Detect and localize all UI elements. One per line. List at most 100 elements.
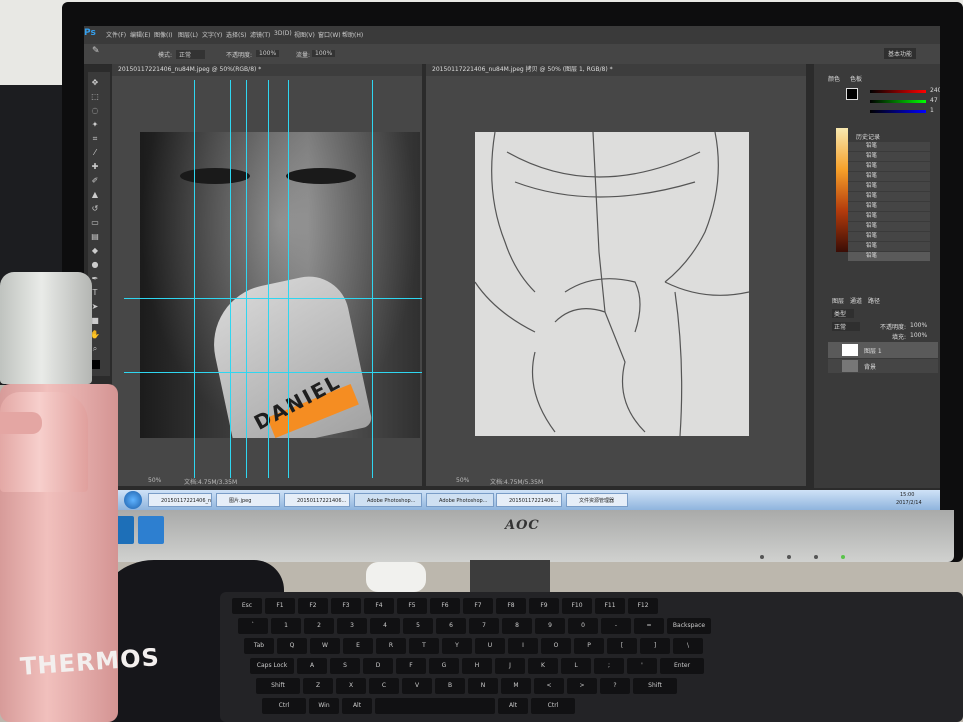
fill-label: 填充:: [892, 334, 907, 341]
history-item[interactable]: 铅笔: [848, 242, 930, 251]
history-panel-title[interactable]: 历史记录: [856, 132, 880, 141]
keyboard-key: F12: [628, 598, 658, 614]
keyboard-key: >: [567, 678, 597, 694]
stamp-tool-icon[interactable]: ▲: [90, 190, 100, 200]
history-item[interactable]: 铅笔: [848, 152, 930, 161]
menu-help[interactable]: 帮助(H): [342, 30, 363, 39]
move-tool-icon[interactable]: ✥: [90, 78, 100, 88]
color-ramp[interactable]: [836, 128, 848, 252]
menu-layer[interactable]: 图层(L): [178, 30, 198, 39]
layer-row-active[interactable]: 图层 1: [828, 342, 938, 358]
channels-tab[interactable]: 通道: [850, 296, 862, 305]
right-zoom-level[interactable]: 50%: [456, 477, 469, 484]
menu-image[interactable]: 图像(I): [154, 30, 172, 39]
guide-line[interactable]: [124, 298, 422, 299]
mode-label: 模式:: [158, 52, 173, 59]
brush-tool-icon[interactable]: ✐: [90, 176, 100, 186]
history-item[interactable]: 铅笔: [848, 192, 930, 201]
paths-tab[interactable]: 路径: [868, 296, 880, 305]
guide-line[interactable]: [194, 80, 195, 478]
keyboard-key: N: [468, 678, 498, 694]
history-item-active[interactable]: 铅笔: [848, 252, 930, 261]
menu-view[interactable]: 视图(V): [294, 30, 315, 39]
red-slider[interactable]: [870, 90, 926, 93]
sketch-stroke: [506, 151, 701, 178]
history-item[interactable]: 铅笔: [848, 202, 930, 211]
left-document-tab[interactable]: 20150117221406_nu84M.jpeg @ 50%(RGB/8) *: [112, 64, 422, 76]
eyedropper-tool-icon[interactable]: ⁄: [90, 148, 100, 158]
gradient-tool-icon[interactable]: ▤: [90, 232, 100, 242]
menu-type[interactable]: 文字(Y): [202, 30, 222, 39]
portrait-photo: DANIEL: [140, 132, 420, 438]
green-slider[interactable]: [870, 100, 926, 103]
swatches-tab[interactable]: 色板: [850, 74, 862, 83]
magic-wand-tool-icon[interactable]: ✦: [90, 120, 100, 130]
pencil-sketch-canvas[interactable]: [474, 131, 750, 437]
clock-date[interactable]: 2017/2/14: [896, 500, 922, 506]
mode-select[interactable]: 正常: [176, 50, 206, 59]
color-tab[interactable]: 颜色: [828, 74, 840, 83]
eraser-tool-icon[interactable]: ▭: [90, 218, 100, 228]
taskbar-item[interactable]: Adobe Photoshop...: [354, 493, 422, 507]
guide-line[interactable]: [230, 80, 231, 478]
opacity-input[interactable]: 100%: [256, 50, 280, 57]
clock-time[interactable]: 15:00: [900, 492, 914, 498]
blend-mode-select[interactable]: 正常: [832, 322, 861, 331]
history-item[interactable]: 铅笔: [848, 212, 930, 221]
history-brush-tool-icon[interactable]: ↺: [90, 204, 100, 214]
layer-opacity-value[interactable]: 100%: [910, 322, 927, 329]
marquee-tool-icon[interactable]: ⬚: [90, 92, 100, 102]
blur-tool-icon[interactable]: ◆: [90, 246, 100, 256]
keyboard-key: Win: [309, 698, 339, 714]
blue-value[interactable]: 1: [930, 107, 934, 114]
menu-edit[interactable]: 编辑(E): [130, 30, 150, 39]
menu-file[interactable]: 文件(F): [106, 30, 126, 39]
layers-tab[interactable]: 图层: [832, 296, 844, 305]
dodge-tool-icon[interactable]: ●: [90, 260, 100, 270]
history-item[interactable]: 铅笔: [848, 182, 930, 191]
taskbar-item[interactable]: 图片.jpeg: [216, 493, 280, 507]
fill-value[interactable]: 100%: [910, 332, 927, 339]
history-item[interactable]: 铅笔: [848, 172, 930, 181]
monitor-buttons[interactable]: [760, 544, 880, 559]
guide-line[interactable]: [124, 372, 422, 373]
keyboard-key: 7: [469, 618, 499, 634]
history-item[interactable]: 铅笔: [848, 142, 930, 151]
guide-line[interactable]: [246, 80, 247, 478]
history-item[interactable]: 铅笔: [848, 162, 930, 171]
right-document-tab[interactable]: 20150117221406_nu84M.jpeg 拷贝 @ 50% (图层 1…: [426, 64, 806, 76]
left-zoom-level[interactable]: 50%: [148, 477, 161, 484]
taskbar-item[interactable]: 20150117221406...: [284, 493, 350, 507]
layer-filter-select[interactable]: 类型: [832, 309, 855, 318]
menu-filter[interactable]: 滤镜(T): [250, 30, 270, 39]
guide-line[interactable]: [268, 80, 269, 478]
taskbar-item[interactable]: 20150117221406_nu84M.jpeg: [148, 493, 212, 507]
menu-select[interactable]: 选择(S): [226, 30, 247, 39]
start-button[interactable]: [124, 491, 142, 509]
menu-window[interactable]: 窗口(W): [318, 30, 341, 39]
menu-3d[interactable]: 3D(D): [274, 30, 292, 37]
guide-line[interactable]: [288, 80, 289, 478]
workspace-select[interactable]: 基本功能: [884, 48, 917, 59]
taskbar-item[interactable]: 20150117221406...: [496, 493, 562, 507]
blue-slider[interactable]: [870, 110, 926, 113]
crop-tool-icon[interactable]: ⌗: [90, 134, 100, 144]
taskbar-item[interactable]: Adobe Photoshop...: [426, 493, 494, 507]
keyboard-key: V: [402, 678, 432, 694]
green-value[interactable]: 47: [930, 97, 938, 104]
red-value[interactable]: 240: [930, 87, 940, 94]
healing-tool-icon[interactable]: ✚: [90, 162, 100, 172]
flow-input[interactable]: 100%: [312, 50, 336, 57]
color-swatch[interactable]: [846, 88, 858, 100]
layer-row-background[interactable]: 背景: [828, 359, 938, 373]
foreground-color-swatch[interactable]: [91, 360, 100, 369]
history-item[interactable]: 铅笔: [848, 222, 930, 231]
lasso-tool-icon[interactable]: ◌: [90, 106, 100, 116]
left-eye: [180, 168, 250, 184]
pencil-tool-icon[interactable]: ✎: [92, 46, 100, 56]
history-item[interactable]: 铅笔: [848, 232, 930, 241]
layer-opacity-label: 不透明度:: [880, 324, 907, 331]
layer-thumbnail: [842, 344, 858, 356]
taskbar-item[interactable]: 文件资源管理器: [566, 493, 628, 507]
guide-line[interactable]: [372, 80, 373, 478]
